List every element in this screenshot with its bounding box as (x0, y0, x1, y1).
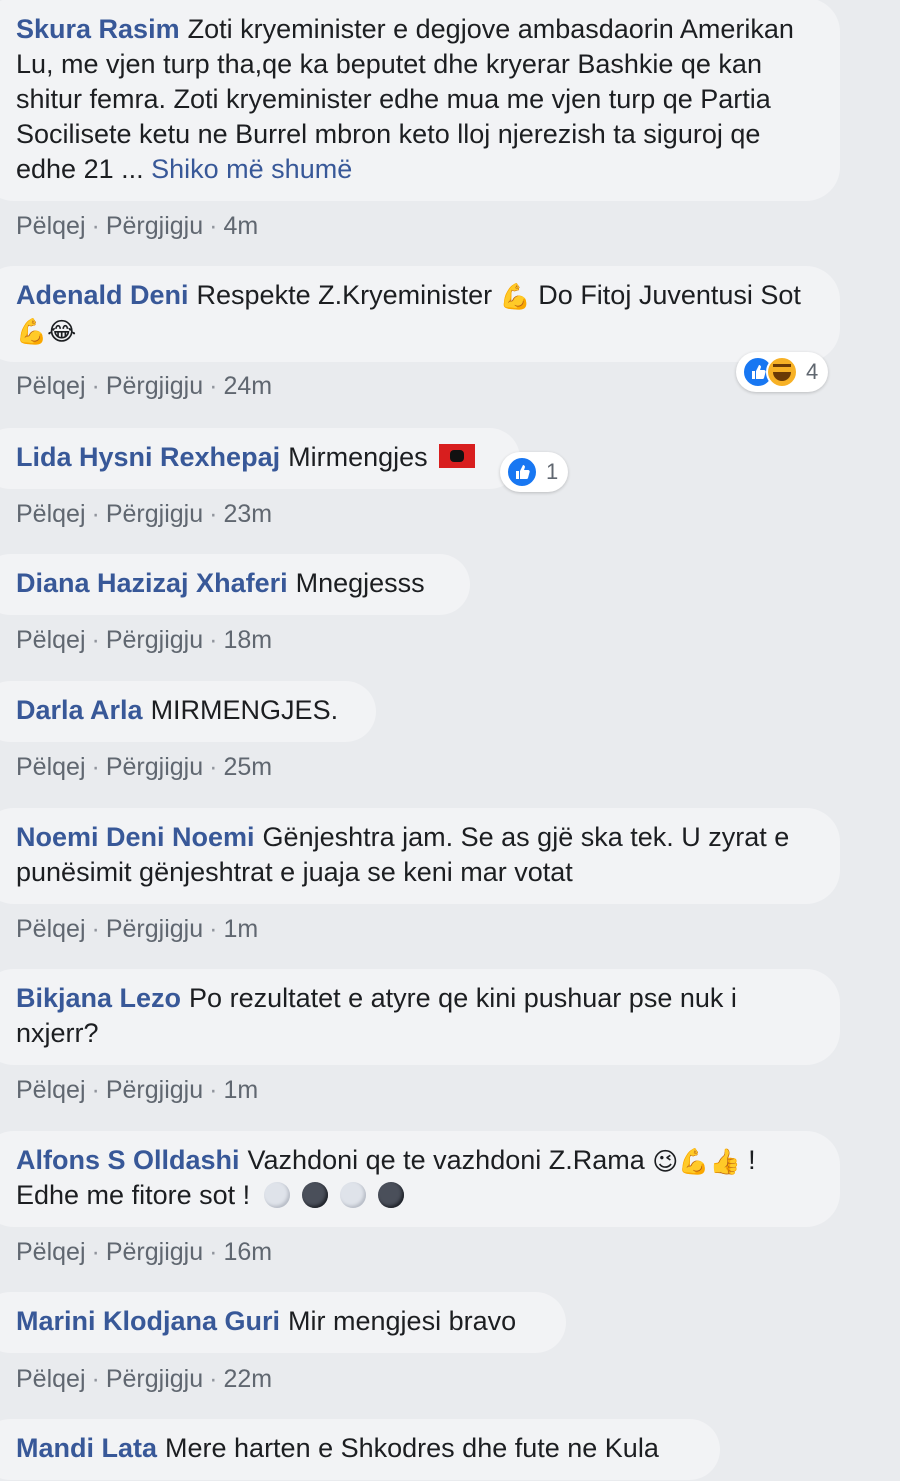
comment-text: Mirmengjes (288, 442, 428, 472)
comment-bubble: Lida Hysni Rexhepaj Mirmengjes (0, 428, 520, 489)
separator: · (209, 915, 218, 943)
wink-biceps-thumb-emoji: 😉💪👍 (652, 1147, 741, 1177)
separator: · (209, 626, 218, 654)
comment-text: Respekte Z.Kryeminister (196, 280, 493, 310)
reply-link[interactable]: Përgjigju (106, 372, 203, 400)
comment-actions: Pëlqej · Përgjigju · 23m (16, 500, 272, 529)
comment-bubble: Alfons S Olldashi Vazhdoni qe te vazhdoni… (0, 1131, 840, 1227)
comment-author[interactable]: Darla Arla (16, 695, 143, 725)
separator: · (209, 1365, 218, 1393)
comment-text: Mnegjesss (295, 568, 425, 598)
reply-link[interactable]: Përgjigju (106, 626, 203, 654)
like-link[interactable]: Pëlqej (16, 915, 86, 943)
separator: · (91, 1238, 100, 1266)
like-link[interactable]: Pëlqej (16, 500, 86, 528)
separator: · (91, 753, 100, 781)
separator: · (209, 753, 218, 781)
reply-link[interactable]: Përgjigju (106, 500, 203, 528)
comment-actions: Pëlqej · Përgjigju · 1m (16, 1076, 258, 1105)
reply-link[interactable]: Përgjigju (106, 753, 203, 781)
comment-timestamp[interactable]: 1m (223, 915, 258, 943)
like-link[interactable]: Pëlqej (16, 372, 86, 400)
reply-link[interactable]: Përgjigju (106, 915, 203, 943)
comment-timestamp[interactable]: 4m (223, 212, 258, 240)
comment-bubble: Adenald Deni Respekte Z.Kryeminister 💪 Do… (0, 266, 840, 362)
comment-bubble: Marini Klodjana Guri Mir mengjesi bravo (0, 1292, 566, 1353)
comment-bubble: Mandi Lata Mere harten e Shkodres dhe fut… (0, 1419, 720, 1480)
reply-link[interactable]: Përgjigju (106, 1076, 203, 1104)
separator: · (91, 626, 100, 654)
white-ball-icon (339, 1182, 366, 1208)
separator: · (91, 1365, 100, 1393)
comment-timestamp[interactable]: 1m (223, 1076, 258, 1104)
comment-author[interactable]: Marini Klodjana Guri (16, 1306, 280, 1336)
reaction-count: 4 (806, 359, 819, 384)
comment-timestamp[interactable]: 25m (223, 753, 272, 781)
reply-link[interactable]: Përgjigju (106, 212, 203, 240)
comment-timestamp[interactable]: 16m (223, 1238, 272, 1266)
separator: · (209, 1238, 218, 1266)
separator: · (209, 372, 218, 400)
comment-timestamp[interactable]: 18m (223, 626, 272, 654)
comment-text: Mir mengjesi bravo (288, 1306, 517, 1336)
comment-timestamp[interactable]: 22m (223, 1365, 272, 1393)
haha-icon (766, 356, 798, 388)
like-link[interactable]: Pëlqej (16, 1238, 86, 1266)
like-link[interactable]: Pëlqej (16, 626, 86, 654)
reply-link[interactable]: Përgjigju (106, 1238, 203, 1266)
comment-text: MIRMENGJES. (150, 695, 339, 725)
separator: · (91, 212, 100, 240)
comment-author[interactable]: Bikjana Lezo (16, 983, 181, 1013)
comment-timestamp[interactable]: 23m (223, 500, 272, 528)
comment-actions: Pëlqej · Përgjigju · 16m (16, 1238, 272, 1267)
reaction-summary[interactable]: 4 (736, 352, 829, 392)
comment-author[interactable]: Diana Hazizaj Xhaferi (16, 568, 288, 598)
biceps-laughing-emoji: 💪😂 (16, 317, 77, 347)
comment-author[interactable]: Lida Hysni Rexhepaj (16, 442, 280, 472)
comment-actions: Pëlqej · Përgjigju · 4m (16, 212, 258, 241)
like-link[interactable]: Pëlqej (16, 212, 86, 240)
comment-text: Mere harten e Shkodres dhe fute ne Kula (165, 1433, 659, 1463)
comment-author[interactable]: Noemi Deni Noemi (16, 822, 255, 852)
black-ball-icon (301, 1182, 328, 1208)
separator: · (91, 372, 100, 400)
comment-author[interactable]: Adenald Deni (16, 280, 189, 310)
reaction-summary[interactable]: 1 (500, 452, 569, 492)
comment-text-continued: Do Fitoj Juventusi Sot (538, 280, 801, 310)
separator: · (209, 500, 218, 528)
like-link[interactable]: Pëlqej (16, 1365, 86, 1393)
comment-timestamp[interactable]: 24m (223, 372, 272, 400)
comment-author[interactable]: Mandi Lata (16, 1433, 157, 1463)
comment-author[interactable]: Alfons S Olldashi (16, 1145, 240, 1175)
black-ball-icon (377, 1182, 404, 1208)
comment-bubble: Bikjana Lezo Po rezultatet e atyre qe kin… (0, 969, 840, 1065)
white-ball-icon (263, 1182, 290, 1208)
comment-bubble: Darla Arla MIRMENGJES. (0, 681, 376, 742)
comment-text: Vazhdoni qe te vazhdoni Z.Rama (247, 1145, 645, 1175)
like-link[interactable]: Pëlqej (16, 753, 86, 781)
comment-author[interactable]: Skura Rasim (16, 14, 180, 44)
comment-bubble: Skura Rasim Zoti kryeminister e degjove a… (0, 0, 840, 201)
like-icon (506, 456, 538, 488)
see-more-link[interactable]: Shiko më shumë (151, 154, 352, 184)
separator: · (209, 212, 218, 240)
reply-link[interactable]: Përgjigju (106, 1365, 203, 1393)
comment-actions: Pëlqej · Përgjigju · 18m (16, 626, 272, 655)
comment-bubble: Noemi Deni Noemi Gënjeshtra jam. Se as gj… (0, 808, 840, 904)
comment-bubble: Diana Hazizaj Xhaferi Mnegjesss (0, 554, 470, 615)
comment-actions: Pëlqej · Përgjigju · 24m (16, 372, 272, 401)
reaction-count: 1 (546, 459, 559, 484)
comment-actions: Pëlqej · Përgjigju · 22m (16, 1365, 272, 1394)
flexed-biceps-emoji: 💪 (499, 282, 531, 312)
separator: · (91, 500, 100, 528)
separator: · (91, 1076, 100, 1104)
comment-actions: Pëlqej · Përgjigju · 1m (16, 915, 258, 944)
comment-actions: Pëlqej · Përgjigju · 25m (16, 753, 272, 782)
like-link[interactable]: Pëlqej (16, 1076, 86, 1104)
separator: · (209, 1076, 218, 1104)
separator: · (91, 915, 100, 943)
albania-flag-icon (439, 444, 476, 468)
